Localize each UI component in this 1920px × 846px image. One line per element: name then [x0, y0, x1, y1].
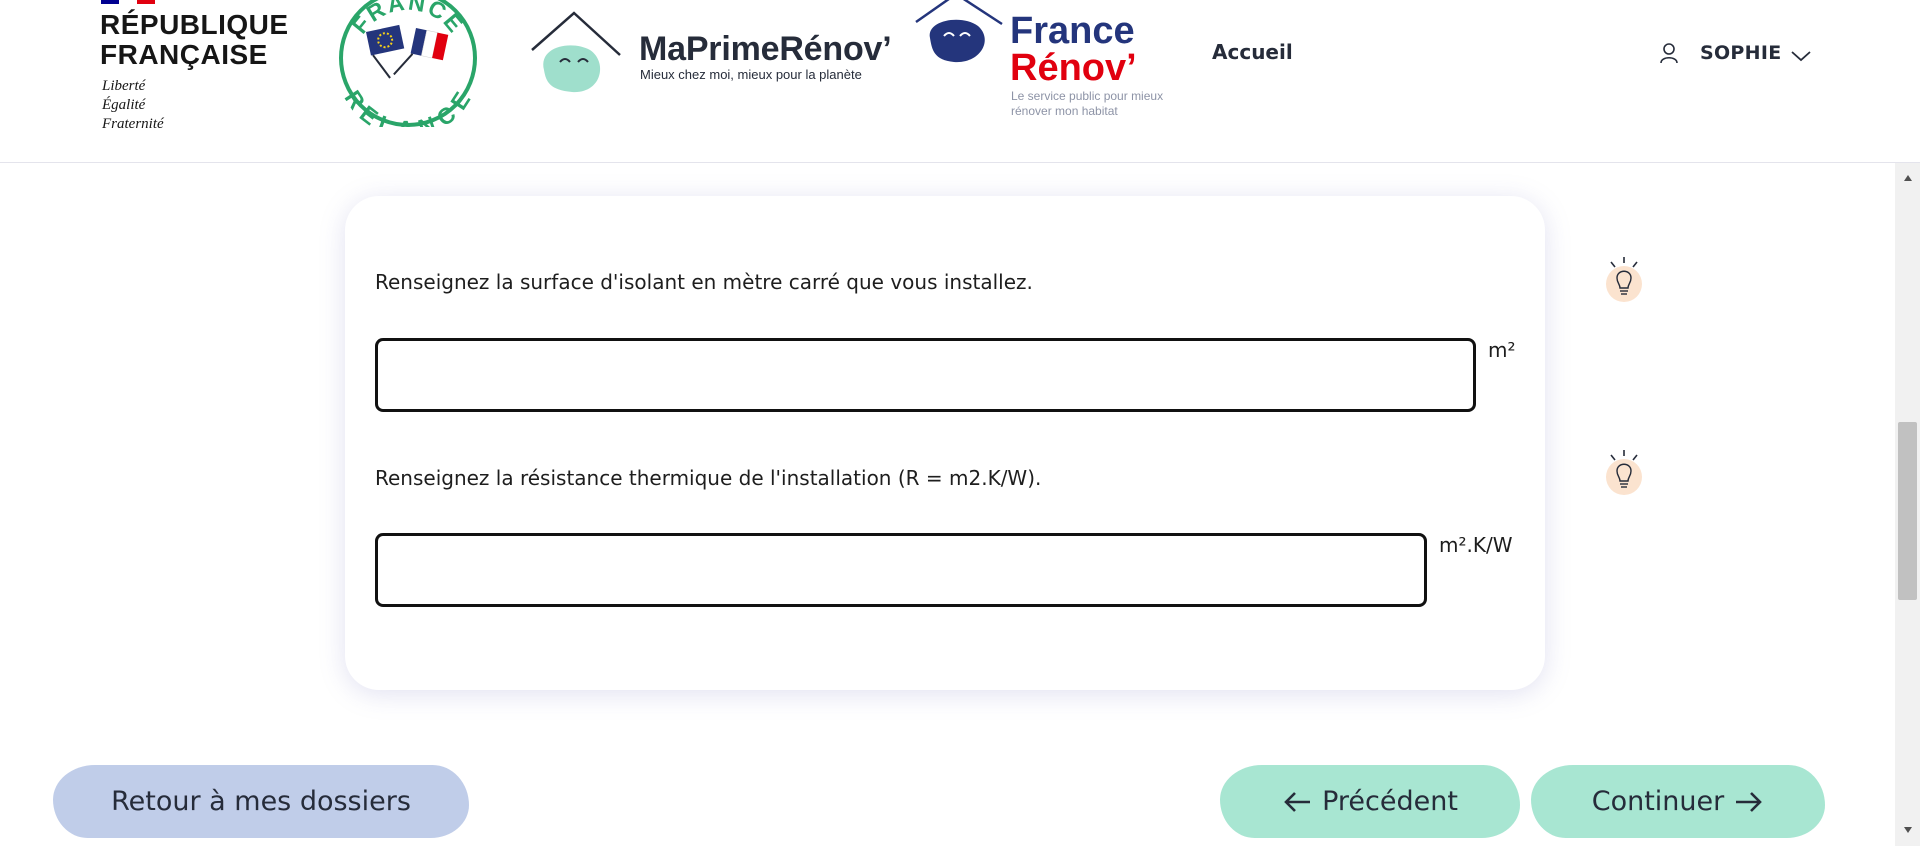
scroll-up-arrow[interactable] — [1895, 171, 1920, 185]
arrow-right-icon — [1736, 791, 1763, 812]
vertical-scrollbar[interactable] — [1895, 163, 1920, 846]
republique-motto: Liberté Égalité Fraternité — [102, 78, 164, 132]
site-header: RÉPUBLIQUE FRANÇAISE Liberté Égalité Fra… — [0, 0, 1920, 163]
chevron-down-icon — [1790, 51, 1811, 62]
scroll-down-arrow[interactable] — [1895, 823, 1920, 837]
resistance-question-label: Renseignez la résistance thermique de l'… — [375, 466, 1042, 490]
continue-button[interactable]: Continuer — [1531, 765, 1825, 838]
svg-text:RELANCE: RELANCE — [340, 86, 477, 127]
question-card: Renseignez la surface d'isolant en mètre… — [345, 196, 1545, 690]
nav-home-link[interactable]: Accueil — [1212, 40, 1293, 64]
user-icon — [1660, 43, 1678, 64]
continue-label: Continuer — [1591, 786, 1725, 817]
surface-input[interactable] — [375, 338, 1476, 412]
france-renov-title-line2: Rénov’ — [1010, 47, 1137, 89]
france-renov-tagline: Le service public pour mieux rénover mon… — [1011, 89, 1164, 118]
scrollbar-thumb[interactable] — [1898, 422, 1917, 600]
maprimerenov-tagline: Mieux chez moi, mieux pour la planète — [640, 67, 862, 82]
resistance-input[interactable] — [375, 533, 1427, 607]
republique-francaise-title: RÉPUBLIQUE FRANÇAISE — [100, 9, 289, 70]
france-relance-logo: FRANCE RELANCE — [339, 0, 477, 127]
france-renov-logo: France Rénov’ Le service public pour mie… — [912, 0, 1182, 120]
svg-text:FRANCE: FRANCE — [346, 0, 469, 38]
france-renov-house-icon — [915, 0, 1003, 63]
maprimerenov-house-icon — [531, 11, 621, 93]
france-renov-title-line1: France — [1010, 10, 1135, 52]
arrow-left-icon — [1284, 791, 1311, 812]
previous-label: Précédent — [1322, 786, 1458, 817]
surface-unit: m² — [1488, 338, 1516, 362]
maprimerenov-logo: MaPrimeRénov’ Mieux chez moi, mieux pour… — [528, 10, 892, 95]
surface-question-label: Renseignez la surface d'isolant en mètre… — [375, 270, 1033, 294]
previous-button[interactable]: Précédent — [1220, 765, 1520, 838]
tricolor-bar — [101, 0, 155, 4]
maprimerenov-title: MaPrimeRénov’ — [639, 30, 892, 68]
back-to-files-label: Retour à mes dossiers — [111, 786, 411, 817]
user-name: SOPHIE — [1700, 42, 1782, 64]
user-menu[interactable]: SOPHIE — [1660, 42, 1812, 64]
resistance-unit: m².K/W — [1439, 533, 1513, 557]
lightbulb-icon[interactable] — [1603, 448, 1645, 496]
lightbulb-icon[interactable] — [1603, 255, 1645, 303]
back-to-files-button[interactable]: Retour à mes dossiers — [53, 765, 469, 838]
